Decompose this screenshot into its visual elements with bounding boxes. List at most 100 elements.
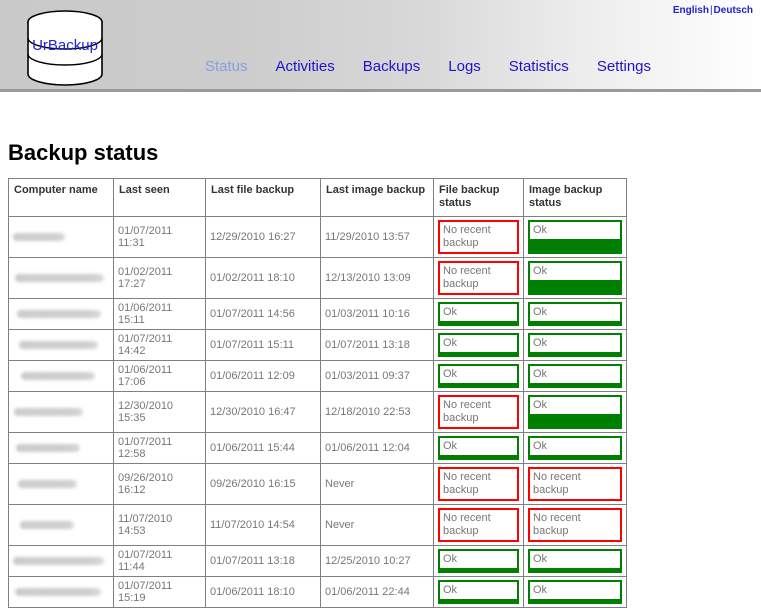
cell-last-image-backup: 01/03/2011 09:37 — [320, 360, 434, 392]
status-badge: No recent backup — [440, 263, 517, 293]
redacted-computer-name — [15, 588, 101, 596]
status-badge: No recent backup — [440, 222, 517, 252]
nav-settings[interactable]: Settings — [597, 58, 651, 75]
site-header: UrBackup English|Deutsch Status Activitie… — [0, 0, 761, 92]
status-badge: No recent backup — [530, 510, 620, 540]
redacted-computer-name — [21, 372, 95, 380]
logo-text: UrBackup — [32, 37, 98, 54]
redacted-computer-name — [15, 274, 104, 282]
nav-backups[interactable]: Backups — [363, 58, 421, 75]
database-cylinder-icon: UrBackup — [27, 10, 103, 86]
cell-computer-name — [8, 545, 114, 577]
cell-last-image-backup: 01/03/2011 10:16 — [320, 298, 434, 330]
status-indicator: No recent backup — [438, 395, 519, 429]
table-row: 01/07/2011 14:42 01/07/2011 15:11 01/07/20… — [8, 329, 627, 361]
status-badge: Ok — [530, 263, 620, 280]
status-badge: Ok — [440, 366, 517, 383]
cell-file-backup-status: Ok — [433, 360, 524, 392]
status-indicator: No recent backup — [528, 467, 622, 501]
cell-last-file-backup: 01/02/2011 18:10 — [205, 257, 321, 299]
cell-last-file-backup: 12/30/2010 16:47 — [205, 391, 321, 433]
cell-image-backup-status: Ok — [523, 545, 627, 577]
status-indicator: Ok — [438, 580, 519, 604]
cell-last-image-backup: 01/07/2011 13:18 — [320, 329, 434, 361]
redacted-computer-name — [13, 233, 65, 241]
redacted-computer-name — [13, 557, 104, 565]
cell-last-image-backup: 01/06/2011 22:44 — [320, 576, 434, 608]
cell-computer-name — [8, 298, 114, 330]
cell-last-seen: 01/06/2011 15:11 — [113, 298, 206, 330]
table-row: 01/07/2011 15:19 01/06/2011 18:10 01/06/20… — [8, 576, 627, 608]
redacted-computer-name — [20, 521, 74, 529]
cell-computer-name — [8, 432, 114, 464]
status-badge: Ok — [530, 222, 620, 239]
cell-computer-name — [8, 576, 114, 608]
status-indicator: Ok — [528, 549, 622, 573]
cell-last-seen: 01/06/2011 17:06 — [113, 360, 206, 392]
nav-statistics[interactable]: Statistics — [509, 58, 569, 75]
urbackup-logo: UrBackup — [20, 8, 110, 88]
cell-last-image-backup: 01/06/2011 12:04 — [320, 432, 434, 464]
cell-last-image-backup: 12/13/2010 13:09 — [320, 257, 434, 299]
table-row: 01/07/2011 11:31 12/29/2010 16:27 11/29/20… — [8, 216, 627, 258]
cell-computer-name — [8, 216, 114, 258]
cell-last-file-backup: 01/06/2011 12:09 — [205, 360, 321, 392]
cell-computer-name — [8, 329, 114, 361]
status-indicator: Ok — [528, 220, 622, 254]
status-badge: No recent backup — [530, 469, 620, 499]
table-row: 09/26/2010 16:12 09/26/2010 16:15 Never No … — [8, 463, 627, 505]
redacted-computer-name — [16, 444, 80, 452]
table-row: 01/07/2011 11:44 01/07/2011 13:18 12/25/20… — [8, 545, 627, 577]
cell-image-backup-status: Ok — [523, 391, 627, 433]
status-badge: No recent backup — [440, 397, 517, 427]
cell-file-backup-status: No recent backup — [433, 463, 524, 505]
column-header-file-backup-status: File backup status — [433, 178, 524, 217]
page-title: Backup status — [8, 140, 159, 165]
cell-computer-name — [8, 504, 114, 546]
status-badge: Ok — [530, 335, 620, 352]
cell-last-file-backup: 01/06/2011 18:10 — [205, 576, 321, 608]
table-header-row: Computer name Last seen Last file backup… — [8, 178, 627, 217]
cell-last-file-backup: 12/29/2010 16:27 — [205, 216, 321, 258]
status-indicator: Ok — [528, 261, 622, 295]
column-header-last-seen: Last seen — [113, 178, 206, 217]
cell-computer-name — [8, 391, 114, 433]
cell-last-image-backup: 12/18/2010 22:53 — [320, 391, 434, 433]
cell-image-backup-status: Ok — [523, 576, 627, 608]
language-selector[interactable]: English|Deutsch — [673, 5, 753, 16]
cell-last-seen: 01/07/2011 11:44 — [113, 545, 206, 577]
column-header-last-file-backup: Last file backup — [205, 178, 321, 217]
nav-logs[interactable]: Logs — [448, 58, 481, 75]
column-header-last-image-backup: Last image backup — [320, 178, 434, 217]
status-badge: Ok — [530, 304, 620, 321]
redacted-computer-name — [19, 341, 98, 349]
status-indicator: Ok — [528, 436, 622, 460]
cell-image-backup-status: Ok — [523, 216, 627, 258]
status-indicator: Ok — [438, 333, 519, 357]
language-english[interactable]: English — [673, 5, 709, 16]
cell-last-image-backup: 12/25/2010 10:27 — [320, 545, 434, 577]
cell-file-backup-status: Ok — [433, 298, 524, 330]
status-indicator: No recent backup — [438, 261, 519, 295]
cell-image-backup-status: Ok — [523, 432, 627, 464]
cell-last-image-backup: Never — [320, 504, 434, 546]
cell-last-seen: 01/07/2011 14:42 — [113, 329, 206, 361]
cell-image-backup-status: Ok — [523, 257, 627, 299]
cell-image-backup-status: Ok — [523, 360, 627, 392]
language-deutsch[interactable]: Deutsch — [714, 5, 753, 16]
status-badge: Ok — [440, 551, 517, 568]
main-navigation: Status Activities Backups Logs Statistics Set… — [205, 58, 651, 75]
cell-computer-name — [8, 463, 114, 505]
redacted-computer-name — [18, 480, 77, 488]
cell-last-file-backup: 11/07/2010 14:54 — [205, 504, 321, 546]
table-body: 01/07/2011 11:31 12/29/2010 16:27 11/29/20… — [8, 216, 627, 608]
cell-last-seen: 01/07/2011 12:58 — [113, 432, 206, 464]
nav-status[interactable]: Status — [205, 58, 248, 75]
cell-file-backup-status: No recent backup — [433, 216, 524, 258]
nav-activities[interactable]: Activities — [276, 58, 335, 75]
cell-last-seen: 11/07/2010 14:53 — [113, 504, 206, 546]
table-row: 11/07/2010 14:53 11/07/2010 14:54 Never No … — [8, 504, 627, 546]
status-indicator: Ok — [528, 395, 622, 429]
status-badge: Ok — [530, 366, 620, 383]
status-badge: Ok — [440, 582, 517, 599]
